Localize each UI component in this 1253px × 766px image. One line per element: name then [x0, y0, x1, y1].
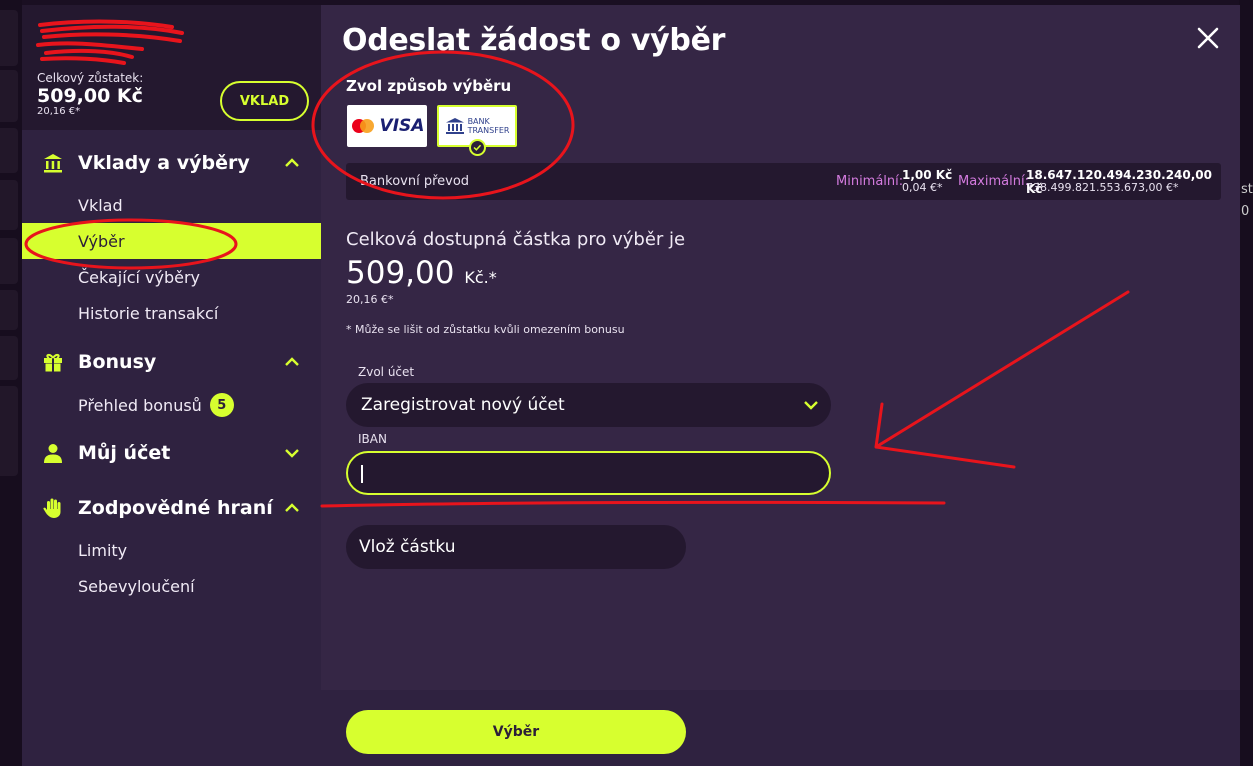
sidebar-item-label: Přehled bonusů: [78, 395, 202, 415]
chevron-up-icon[interactable]: [284, 500, 300, 516]
bank-transfer-label: BANK TRANSFER: [468, 117, 510, 135]
section-title: Bonusy: [78, 351, 157, 373]
page-title: Odeslat žádost o výběr: [342, 23, 726, 58]
background-block: [0, 386, 18, 476]
background-block: [0, 70, 18, 122]
payment-method-card[interactable]: VISA: [347, 105, 427, 147]
section-my-account[interactable]: Můj účet: [22, 437, 321, 469]
sidebar-item-self-exclusion[interactable]: Sebevyloučení: [22, 568, 321, 604]
available-currency: Kč.*: [464, 268, 497, 287]
bank-icon: [44, 154, 62, 173]
visa-logo: VISA: [379, 116, 425, 136]
redaction-scribble: [36, 19, 184, 65]
section-bonuses[interactable]: Bonusy: [22, 346, 321, 378]
balance-label: Celkový zůstatek:: [37, 71, 144, 85]
withdrawal-panel: Odeslat žádost o výběr Zvol způsob výběr…: [321, 5, 1240, 766]
chevron-down-icon: [804, 401, 818, 410]
background-text: 0: [1241, 204, 1250, 219]
section-title: Vklady a výběry: [78, 152, 250, 174]
account-select-value: Zaregistrovat nový účet: [361, 395, 565, 415]
background-block: [0, 290, 18, 330]
sidebar-item-limits[interactable]: Limity: [22, 532, 321, 568]
method-name: Bankovní převod: [360, 174, 470, 189]
background-block: [0, 10, 18, 66]
min-value: 1,00 Kč: [902, 168, 953, 182]
sidebar-item-deposit[interactable]: Vklad: [22, 187, 321, 223]
available-label: Celková dostupná částka pro výběr je: [346, 229, 686, 250]
text-caret: [361, 465, 363, 483]
method-info-row: Bankovní převod Minimální: 1,00 Kč 0,04 …: [346, 163, 1221, 200]
bank-transfer-line2: TRANSFER: [467, 126, 510, 135]
background-block: [0, 238, 18, 284]
iban-label: IBAN: [358, 432, 387, 446]
sidebar-item-transaction-history[interactable]: Historie transakcí: [22, 295, 321, 331]
sidebar-item-bonus-overview[interactable]: Přehled bonusů 5: [22, 387, 321, 423]
chevron-up-icon[interactable]: [284, 155, 300, 171]
deposit-button[interactable]: VKLAD: [220, 81, 309, 121]
sidebar-item-pending-withdrawals[interactable]: Čekající výběry: [22, 259, 321, 295]
max-eur: 738.499.821.553.673,00 €*: [1026, 181, 1179, 194]
method-label: Zvol způsob výběru: [346, 77, 512, 95]
user-icon: [44, 444, 62, 463]
min-label: Minimální:: [836, 174, 904, 189]
available-eur: 20,16 €*: [346, 293, 394, 306]
amount-input[interactable]: Vlož částku: [346, 525, 686, 569]
section-title: Můj účet: [78, 442, 171, 464]
max-label: Maximální:: [958, 174, 1029, 189]
bonus-note: * Může se lišit od zůstatku kvůli omezen…: [346, 323, 625, 336]
min-eur: 0,04 €*: [902, 181, 943, 194]
close-icon: [1197, 27, 1219, 49]
background-block: [0, 180, 18, 230]
section-title: Zodpovědné hraní: [78, 497, 273, 519]
bank-icon: [445, 118, 464, 134]
amount-placeholder: Vlož částku: [359, 537, 456, 557]
sidebar-item-withdrawal[interactable]: Výběr: [22, 223, 321, 259]
section-deposits-withdrawals[interactable]: Vklady a výběry: [22, 147, 321, 179]
available-amount: 509,00 Kč.*: [346, 255, 497, 291]
close-button[interactable]: [1193, 23, 1223, 53]
account-label: Zvol účet: [358, 365, 415, 379]
withdraw-submit-button[interactable]: Výběr: [346, 710, 686, 754]
background-text: st: [1241, 182, 1253, 197]
section-responsible-gaming[interactable]: Zodpovědné hraní: [22, 492, 321, 524]
check-icon: [469, 139, 486, 156]
background-block: [0, 336, 18, 380]
account-select[interactable]: Zaregistrovat nový účet: [346, 383, 831, 427]
balance-eur: 20,16 €*: [37, 106, 81, 117]
chevron-up-icon[interactable]: [284, 354, 300, 370]
balance-value: 509,00 Kč: [37, 85, 143, 107]
iban-input[interactable]: [346, 451, 831, 495]
background-left-strip: [0, 0, 22, 766]
background-right-strip: st 0: [1239, 0, 1253, 766]
hand-icon: [43, 498, 61, 518]
sidebar-header: Celkový zůstatek: 509,00 Kč 20,16 €* VKL…: [22, 5, 321, 130]
chevron-down-icon[interactable]: [284, 445, 300, 461]
background-block: [0, 128, 18, 173]
mastercard-icon: [351, 119, 374, 133]
gift-icon: [44, 353, 62, 372]
bank-transfer-line1: BANK: [467, 117, 490, 126]
account-sidebar: Celkový zůstatek: 509,00 Kč 20,16 €* VKL…: [22, 5, 321, 766]
bonus-count-badge: 5: [209, 393, 234, 417]
available-value: 509,00: [346, 255, 455, 291]
